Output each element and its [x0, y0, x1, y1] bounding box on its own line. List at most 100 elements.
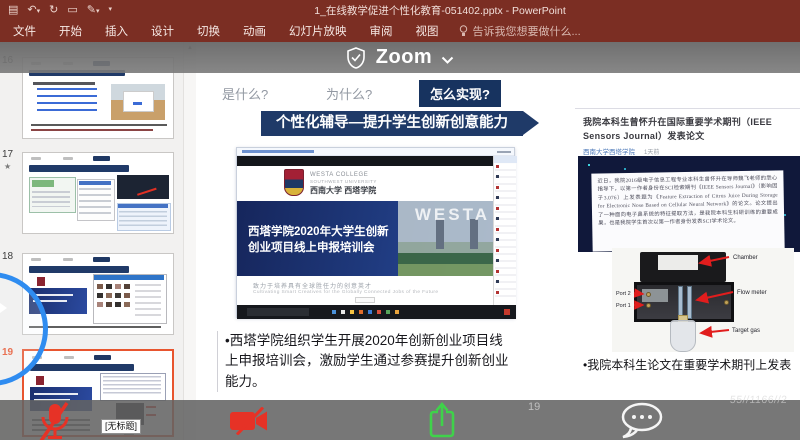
workspace: ▲ 16 17 ★ — [0, 42, 800, 440]
mic-muted-icon[interactable] — [36, 402, 72, 440]
slogan-en: Cultivating Smart Creatives for the Glob… — [253, 290, 438, 295]
hero-stars-deco — [588, 164, 590, 166]
thumb-title-banner — [30, 364, 134, 371]
tell-me-label: 告诉我您想要做什么... — [473, 23, 581, 39]
thumb-poster-text — [33, 294, 73, 296]
tell-me-box[interactable]: 告诉我您想要做什么... — [459, 23, 581, 39]
thumb-crest-deco — [37, 277, 45, 286]
thumb-tab-deco — [94, 355, 111, 360]
ghost-counter-text: 55//1166//2 — [729, 394, 788, 406]
ribbon-tab-animations[interactable]: 动画 — [243, 23, 266, 39]
slideshow-icon[interactable]: ▭ — [67, 2, 77, 20]
slide-canvas: 是什么? 为什么? 怎么实现? 个性化辅导—提升学生创新创意能力 WESTA C… — [196, 42, 800, 440]
thumb-crest-deco — [36, 376, 44, 385]
slogan-strip: 致力于培养具有全球胜任力的创意英才 Cultivating Smart Crea… — [237, 276, 493, 305]
thumb-screenshot-deco — [79, 188, 111, 216]
ribbon-tab-bar: 文件 开始 插入 设计 切换 动画 幻灯片放映 审阅 视图 告诉我您想要做什么.… — [0, 20, 800, 42]
zoom-app-label: Zoom — [376, 46, 432, 69]
browser-toolbar-dark — [237, 156, 493, 166]
quick-access-toolbar: ▤ ↶▾ ↻ ▭ ✎▾ ▾ — [8, 2, 112, 20]
participant-panel — [493, 156, 516, 305]
share-screen-icon[interactable] — [427, 401, 457, 439]
redo-icon[interactable]: ↻ — [49, 2, 58, 20]
logo-line3: 西南大学 西塔学院 — [310, 185, 376, 196]
untitled-window-label: [无标题] — [101, 419, 141, 434]
thumb-document-lines — [103, 376, 161, 396]
participant-row-marks — [496, 165, 499, 301]
thumb-tab-deco — [31, 157, 41, 160]
ribbon-tab-slideshow[interactable]: 幻灯片放映 — [289, 23, 347, 39]
slide-18-number: 18 — [2, 251, 18, 262]
thumb-tab-deco — [93, 257, 110, 262]
logo-line1: WESTA COLLEGE — [310, 172, 368, 178]
save-icon[interactable]: ▤ — [8, 2, 18, 20]
ribbon-tab-insert[interactable]: 插入 — [105, 23, 128, 39]
camera-off-icon[interactable] — [228, 407, 270, 435]
thumbnail-scrollbar[interactable]: ▲ — [183, 42, 196, 440]
article-timestamp: 1天前 — [644, 147, 659, 156]
poster-watermark: WESTA — [415, 205, 490, 225]
animation-star-icon: ★ — [4, 162, 11, 171]
thumb-screenshot-deco — [94, 275, 164, 280]
thumb-text-line — [33, 82, 95, 85]
label-target-gas: Target gas — [732, 328, 760, 334]
annotation-arrows: Chamber Flow meter Target gas Port 2 Por… — [612, 248, 794, 352]
taskbar-notification-icon — [504, 309, 510, 315]
thumb-link-list — [37, 88, 97, 114]
thumb-list-deco — [135, 284, 161, 318]
slide-17-number: 17 — [2, 149, 18, 160]
chat-icon[interactable] — [618, 402, 666, 439]
left-bullet-text: •西塔学院组织学生开展2020年创新创业项目线上申报培训会，激励学生通过参赛提升… — [217, 331, 513, 392]
chevron-down-icon[interactable] — [441, 56, 454, 65]
windows-taskbar — [237, 305, 516, 319]
thumb-tab-deco — [64, 356, 74, 359]
thumb-text-line — [31, 124, 167, 126]
thumb-table-rows — [119, 211, 167, 227]
ribbon-tab-view[interactable]: 视图 — [416, 23, 439, 39]
ribbon-tab-home[interactable]: 开始 — [59, 23, 82, 39]
ribbon-tab-design[interactable]: 设计 — [151, 23, 174, 39]
ribbon-tab-transitions[interactable]: 切换 — [197, 23, 220, 39]
thumb-tab-deco — [63, 258, 73, 261]
westa-crest-logo — [284, 169, 304, 196]
campus-lawn — [398, 264, 493, 276]
ribbon-tab-review[interactable]: 审阅 — [370, 23, 393, 39]
thumb-button-deco — [133, 102, 142, 105]
slide-17-thumbnail[interactable] — [22, 152, 174, 234]
thumb-screenshot-deco — [32, 191, 70, 207]
page-indicator-deco — [355, 297, 375, 303]
window-title: 1_在线教学促进个性化教育-051402.pptx - PowerPoint — [240, 3, 640, 18]
poster-line1: 西塔学院2020年大学生创新 — [248, 223, 389, 239]
device-photo: Chamber Flow meter Target gas Port 2 Por… — [612, 248, 794, 352]
annotation-collapse-arrow-icon[interactable] — [0, 303, 7, 313]
thumb-text-line — [29, 326, 161, 328]
thumb-title-banner — [29, 165, 129, 172]
article-document-text: 近日，我院2016级电子信息工程专业本科生曾怀升在导师魏飞老师的悉心指导下，以第… — [591, 170, 784, 251]
ribbon-tab-file[interactable]: 文件 — [13, 23, 36, 39]
article-title: 我院本科生曾怀升在国际重要学术期刊（IEEE Sensors Journal）发… — [583, 116, 797, 144]
undo-icon[interactable]: ↶▾ — [27, 2, 40, 20]
label-chamber: Chamber — [733, 255, 758, 261]
window-controls-deco — [497, 151, 511, 153]
browser-title-deco — [242, 150, 314, 153]
zoom-meeting-topbar: Zoom — [0, 42, 800, 73]
training-meeting-screenshot: WESTA COLLEGE SOUTHWEST UNIVERSITY 西南大学 … — [236, 147, 515, 318]
screen: ▤ ↶▾ ↻ ▭ ✎▾ ▾ 1_在线教学促进个性化教育-051402.pptx … — [0, 0, 800, 440]
thumb-screenshot-deco — [79, 181, 111, 185]
label-port2: Port 2 — [616, 291, 631, 297]
slide-tab-how: 怎么实现? — [419, 80, 501, 107]
poster-line2: 创业项目线上申报培训会 — [248, 239, 375, 255]
taskbar-search-box — [247, 308, 309, 316]
slide-thumbnail-panel: ▲ 16 17 ★ — [0, 42, 197, 440]
thumb-screenshot-deco — [32, 180, 54, 187]
shield-check-icon — [346, 47, 366, 69]
slide-title-banner: 个性化辅导—提升学生创新创意能力 — [261, 111, 523, 136]
qat-more-icon[interactable]: ▾ — [109, 2, 113, 20]
pen-icon[interactable]: ✎▾ — [87, 2, 100, 20]
slide-tab-what: 是什么? — [222, 84, 268, 103]
article-source: 西南大学西塔学院 — [583, 146, 635, 156]
label-flow-meter: Flow meter — [737, 290, 767, 296]
thumb-tab-deco — [63, 157, 73, 160]
slogan-cn: 致力于培养具有全球胜任力的创意英才 — [253, 281, 372, 290]
participant-panel-header — [494, 156, 517, 163]
